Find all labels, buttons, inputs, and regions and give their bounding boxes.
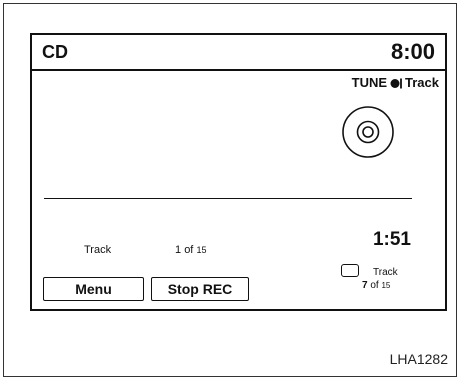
- progress-divider: [44, 198, 412, 199]
- track-position-total: 15: [196, 245, 207, 255]
- track-select-total: 15: [381, 281, 391, 290]
- title-bar: CD 8:00: [32, 35, 445, 71]
- track-position: 1 of 15: [175, 244, 206, 256]
- figure-frame: CD 8:00 TUNE Track Track 1 of 15 1:51 Me…: [3, 3, 457, 377]
- track-select-label: Track: [373, 267, 398, 278]
- track-position-current: 1: [175, 244, 182, 256]
- menu-button[interactable]: Menu: [43, 277, 144, 301]
- track-select-count: 7 of 15: [362, 280, 390, 291]
- track-select-button-icon[interactable]: [341, 264, 359, 277]
- track-position-of: of: [184, 244, 194, 256]
- cd-display-screen: CD 8:00 TUNE Track Track 1 of 15 1:51 Me…: [30, 33, 447, 311]
- tune-track-hint: TUNE Track: [352, 75, 439, 90]
- tune-track-label: Track: [405, 75, 439, 90]
- tune-label: TUNE: [351, 75, 388, 90]
- figure-id-label: LHA1282: [389, 351, 448, 367]
- tune-knob-icon: [390, 77, 403, 89]
- stop-rec-button[interactable]: Stop REC: [151, 277, 249, 301]
- track-select-of: of: [370, 280, 379, 291]
- track-label: Track: [84, 244, 112, 256]
- elapsed-time: 1:51: [372, 229, 411, 250]
- disc-icon: [341, 105, 395, 159]
- audio-source-label: CD: [42, 42, 68, 62]
- track-select-current: 7: [362, 280, 368, 291]
- clock-display: 8:00: [390, 39, 435, 64]
